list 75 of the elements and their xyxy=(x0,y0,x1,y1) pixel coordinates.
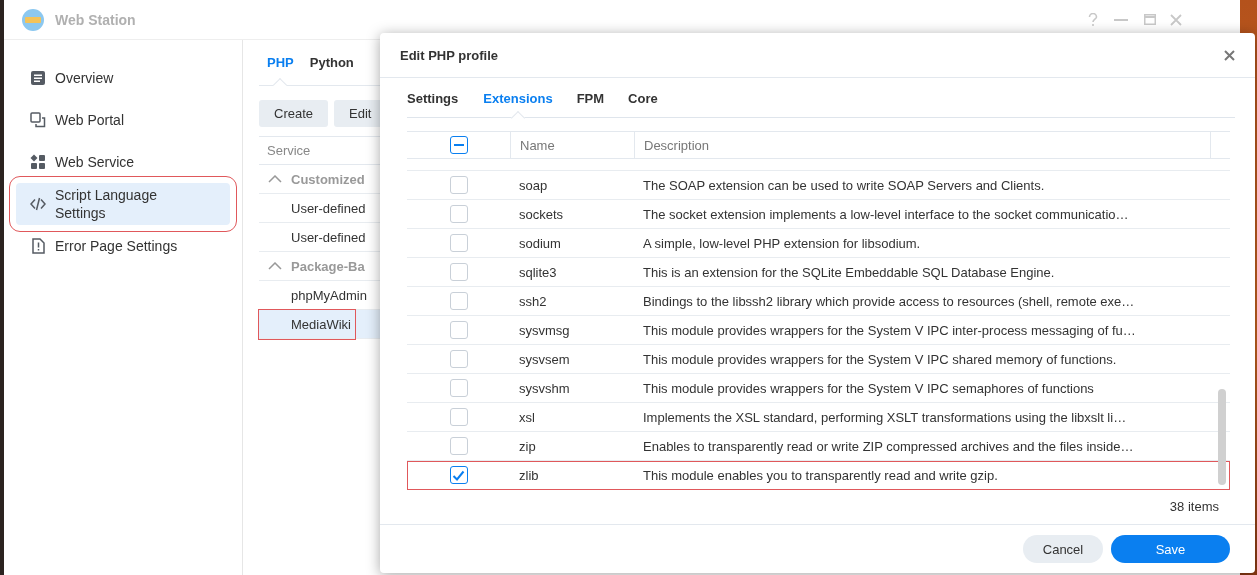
sidebar-item[interactable]: Script Language Settings xyxy=(16,183,230,225)
extension-description: This is an extension for the SQLite Embeddable SQL Database Engine. xyxy=(642,263,1056,282)
toolbar-button[interactable]: Edit xyxy=(334,100,380,127)
document-icon xyxy=(30,70,46,86)
tab[interactable]: FPM xyxy=(564,91,617,106)
extension-name: sqlite3 xyxy=(518,263,558,282)
column-header: Name xyxy=(510,132,634,158)
extension-description: The SOAP extension can be used to write SOAP Servers and Clients. xyxy=(642,176,1046,195)
cancel-button[interactable]: Cancel xyxy=(1023,535,1103,563)
extension-name: sysvmsg xyxy=(518,321,571,340)
checkbox[interactable] xyxy=(449,292,468,310)
extension-description: This module provides wrappers for the System V IPC inter-process messaging of fu… xyxy=(642,321,1137,340)
checkbox[interactable] xyxy=(449,263,468,281)
extension-name: zip xyxy=(518,437,537,456)
shapes-grid-icon xyxy=(30,154,46,170)
tab[interactable]: Extensions xyxy=(471,91,565,106)
tab[interactable]: PHP xyxy=(259,55,302,70)
checkbox[interactable] xyxy=(449,466,468,484)
service-name[interactable]: phpMyAdmin xyxy=(259,280,371,310)
chevron-up-icon[interactable] xyxy=(268,262,282,270)
checkbox[interactable] xyxy=(449,379,468,397)
extension-name: ssh2 xyxy=(518,292,548,311)
window-title: Web Station xyxy=(55,11,136,28)
sidebar-item[interactable]: Error Page Settings xyxy=(16,225,230,267)
extension-name: sodium xyxy=(518,234,562,253)
minimize-icon[interactable] xyxy=(1112,18,1130,21)
warning-icon xyxy=(30,238,46,254)
checkbox[interactable] xyxy=(449,136,468,154)
extension-description: This module provides wrappers for the System V IPC shared memory of functions. xyxy=(642,350,1118,369)
tab[interactable]: Python xyxy=(301,55,362,70)
sidebar-item[interactable]: Web Portal xyxy=(16,99,230,141)
maximize-icon[interactable] xyxy=(1144,14,1156,25)
code-icon xyxy=(30,196,46,212)
scrollbar[interactable] xyxy=(1218,389,1226,485)
column-header: Description xyxy=(634,132,1210,158)
extension-description: This module enables you to transparently read and write gzip. xyxy=(642,466,999,485)
group-label: Customized xyxy=(291,171,365,187)
extension-description: Bindings to the libssh2 library which provide access to resources (shell, remote exe… xyxy=(642,292,1136,311)
service-name[interactable]: User-defined xyxy=(259,222,370,252)
extension-description: The socket extension implements a low-level interface to the socket communicatio… xyxy=(642,205,1130,224)
dialog-title: Edit PHP profile xyxy=(400,47,498,63)
selected-row[interactable]: MediaWiki xyxy=(259,310,380,339)
checkbox[interactable] xyxy=(449,234,468,252)
checkbox[interactable] xyxy=(449,205,468,223)
extension-description: Implements the XSL standard, performing XSLT transformations using the libxslt li… xyxy=(642,408,1128,427)
overlapping-squares-icon xyxy=(30,112,46,128)
extension-description: Enables to transparently read or write ZIP compressed archives and the files inside… xyxy=(642,437,1135,456)
service-name[interactable]: MediaWiki xyxy=(259,309,355,339)
sidebar-item[interactable]: Overview xyxy=(16,57,230,99)
toolbar-button[interactable]: Create xyxy=(259,100,329,127)
checkbox[interactable] xyxy=(449,321,468,339)
extension-name: sysvshm xyxy=(518,379,571,398)
tab[interactable]: Settings xyxy=(407,91,472,106)
checkbox[interactable] xyxy=(449,408,468,426)
globe-logo-icon xyxy=(22,8,44,31)
checkbox[interactable] xyxy=(449,350,468,368)
extension-name: zlib xyxy=(518,466,540,485)
tab[interactable]: Core xyxy=(616,91,670,106)
extension-name: soap xyxy=(518,176,549,195)
extension-description: This module provides wrappers for the System V IPC semaphores of functions xyxy=(642,379,1095,398)
extension-name: sysvsem xyxy=(518,350,571,369)
extension-description: A simple, low-level PHP extension for libsodium. xyxy=(642,234,922,253)
checkbox[interactable] xyxy=(449,437,468,455)
sidebar-item[interactable]: Web Service xyxy=(16,141,230,183)
help-icon[interactable] xyxy=(1088,12,1098,27)
checkmark-icon xyxy=(452,468,465,482)
group-label: Package-Ba xyxy=(291,258,365,274)
service-name[interactable]: User-defined xyxy=(259,193,370,223)
close-icon[interactable] xyxy=(1224,49,1235,61)
extension-name: xsl xyxy=(518,408,536,427)
item-count: 38 items xyxy=(1168,498,1220,516)
extension-name: sockets xyxy=(518,205,565,224)
save-button[interactable]: Save xyxy=(1111,535,1230,563)
checkbox[interactable] xyxy=(449,176,468,194)
chevron-up-icon[interactable] xyxy=(268,175,282,183)
